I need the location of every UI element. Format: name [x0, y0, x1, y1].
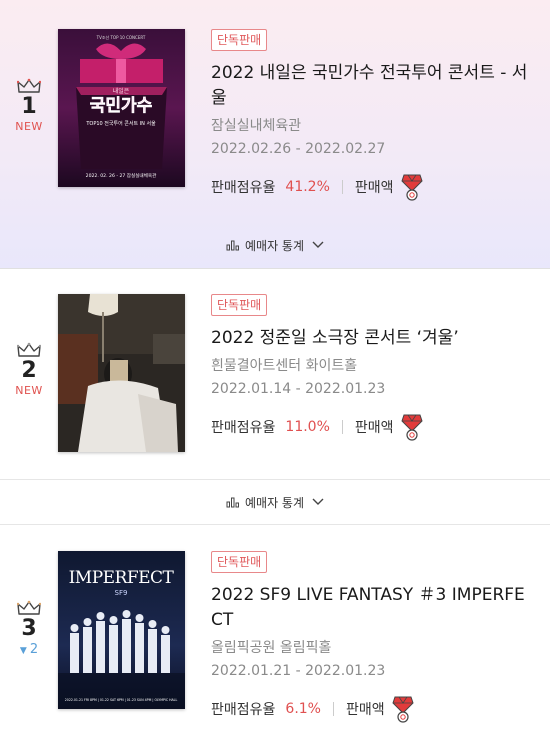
poster-date: 2022.01.21 FRI 8PM | 01.22 SAT 6PM | 01.… — [65, 698, 178, 702]
share-label: 판매점유율 — [211, 180, 276, 196]
sales-label: 판매액 — [345, 702, 385, 718]
buyer-stats-toggle[interactable]: 예매자 통계 — [0, 222, 550, 268]
triangle-down-icon: ▼ — [19, 646, 27, 656]
item-dates: 2022.02.26 - 2022.02.27 — [211, 141, 386, 157]
share-label: 판매점유율 — [211, 702, 276, 718]
ranking-item-2[interactable]: 2 NEW 단독판매 2022 정준일 소극장 콘서트 ‘겨울’ 흰물결아트센터… — [0, 269, 550, 479]
share-label: 판매점유율 — [211, 420, 276, 436]
crown-icon — [17, 78, 41, 93]
item-info: 단독판매 2022 정준일 소극장 콘서트 ‘겨울’ 흰물결아트센터 화이트홀 … — [211, 294, 536, 441]
crown-icon — [17, 342, 41, 357]
crown-icon — [17, 600, 41, 615]
bar-chart-icon — [226, 240, 239, 251]
item-dates: 2022.01.21 - 2022.01.23 — [211, 663, 386, 679]
sales-label: 판매액 — [354, 420, 394, 436]
rank-change-down: ▼ 2 — [0, 642, 58, 659]
rank-change-value: 2 — [29, 642, 39, 657]
stats-separator — [341, 420, 343, 434]
share-value: 6.1% — [285, 701, 321, 717]
poster-subtitle: SF9 — [115, 589, 128, 597]
item-venue: 잠실실내체육관 — [211, 118, 302, 134]
sales-label: 판매액 — [354, 180, 394, 196]
poster-date: 2022. 02. 26 - 27 잠실실내체육관 — [86, 172, 157, 179]
exclusive-badge: 단독판매 — [211, 294, 268, 316]
stats-separator — [332, 702, 334, 716]
chevron-down-icon — [312, 498, 324, 505]
poster-image[interactable]: IMPERFECT SF9 2022.01.21 FRI 8PM | 01.22… — [58, 551, 185, 709]
sales-stats: 판매점유율 11.0% 판매액 — [211, 413, 536, 441]
buyer-stats-label: 예매자 통계 — [244, 238, 304, 253]
rank-number: 1 — [21, 94, 37, 119]
stats-separator — [341, 180, 343, 194]
item-title[interactable]: 2022 내일은 국민가수 전국투어 콘서트 - 서울 — [211, 61, 536, 111]
ranking-item-1[interactable]: 1 NEW TV조선 TOP 10 CONCERT 내일은 국민가수 TOP10… — [0, 0, 550, 268]
poster-graphic — [58, 294, 185, 452]
item-venue: 흰물결아트센터 화이트홀 — [211, 358, 358, 374]
poster-main-title: IMPERFECT — [69, 568, 175, 588]
sales-stats: 판매점유율 41.2% 판매액 — [211, 173, 536, 201]
chevron-down-icon — [312, 241, 324, 248]
poster-graphic: IMPERFECT SF9 2022.01.21 FRI 8PM | 01.22… — [58, 551, 185, 709]
poster-graphic: TV조선 TOP 10 CONCERT 내일은 국민가수 TOP10 전국투어 … — [58, 29, 185, 187]
item-title[interactable]: 2022 정준일 소극장 콘서트 ‘겨울’ — [211, 326, 536, 351]
rank-block: 1 NEW — [0, 78, 58, 134]
poster-main-title: 국민가수 — [90, 96, 153, 116]
sales-stats: 판매점유율 6.1% 판매액 — [211, 695, 536, 723]
gem-medal-icon — [400, 174, 423, 201]
poster-script: 내일은 — [113, 87, 130, 95]
item-venue: 올림픽공원 올림픽홀 — [211, 640, 332, 656]
exclusive-badge: 단독판매 — [211, 29, 268, 51]
ranking-item-3[interactable]: 3 ▼ 2 IMPERFECT SF9 2022.01.21 FRI 8PM |… — [0, 525, 550, 744]
poster-top-line: TV조선 TOP 10 CONCERT — [96, 34, 146, 40]
share-value: 41.2% — [285, 179, 330, 195]
poster-subtitle: TOP10 전국투어 콘서트 IN 서울 — [85, 120, 156, 127]
rank-number: 2 — [21, 358, 37, 383]
rank-block: 3 ▼ 2 — [0, 600, 58, 659]
rank-number: 3 — [21, 616, 37, 641]
share-value: 11.0% — [285, 419, 330, 435]
gem-medal-icon — [400, 414, 423, 441]
buyer-stats-toggle[interactable]: 예매자 통계 — [0, 479, 550, 525]
poster-image[interactable]: TV조선 TOP 10 CONCERT 내일은 국민가수 TOP10 전국투어 … — [58, 29, 185, 187]
bar-chart-icon — [226, 497, 239, 508]
gem-medal-icon — [392, 696, 414, 723]
exclusive-badge: 단독판매 — [211, 551, 268, 573]
rank-change-new: NEW — [15, 384, 43, 397]
rank-block: 2 NEW — [0, 342, 58, 398]
item-info: 단독판매 2022 SF9 LIVE FANTASY ＃3 IMPERFECT … — [211, 551, 536, 723]
item-info: 단독판매 2022 내일은 국민가수 전국투어 콘서트 - 서울 잠실실내체육관… — [211, 29, 536, 201]
rank-change-new: NEW — [15, 120, 43, 133]
poster-image[interactable] — [58, 294, 185, 452]
item-dates: 2022.01.14 - 2022.01.23 — [211, 381, 386, 397]
item-title[interactable]: 2022 SF9 LIVE FANTASY ＃3 IMPERFECT — [211, 583, 536, 633]
buyer-stats-label: 예매자 통계 — [244, 495, 304, 510]
